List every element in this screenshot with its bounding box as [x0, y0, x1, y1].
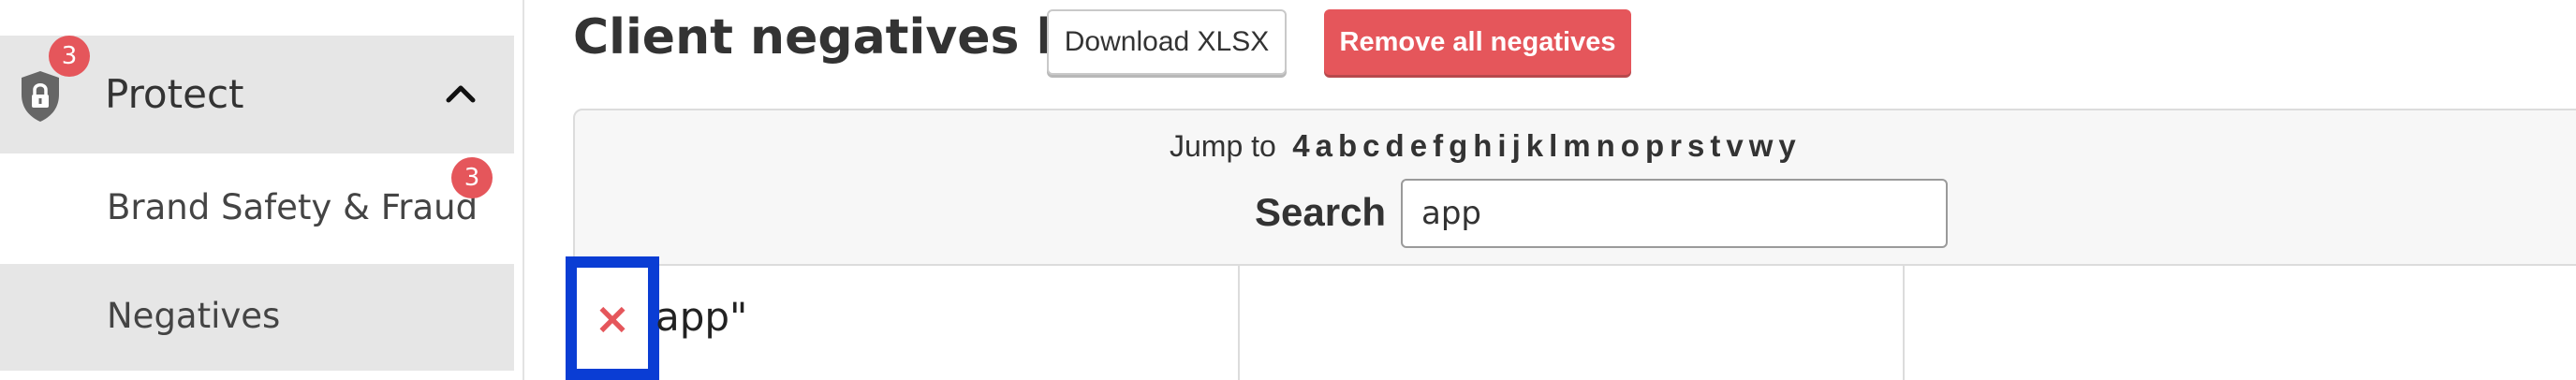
jump-letter-r[interactable]: r — [1670, 128, 1682, 163]
search-input[interactable] — [1401, 179, 1948, 248]
page-title: Client negatives list — [573, 9, 1123, 66]
sidebar: 3 Protect Brand Safety & Fraud 3 Negativ… — [0, 0, 524, 380]
jump-letter-d[interactable]: d — [1386, 128, 1405, 163]
protect-badge: 3 — [49, 36, 90, 77]
brand-safety-badge: 3 — [451, 157, 493, 198]
jump-letter-w[interactable]: w — [1749, 128, 1774, 163]
jump-letter-c[interactable]: c — [1362, 128, 1379, 163]
sidebar-item-label: Brand Safety & Fraud — [107, 187, 478, 227]
search-label: Search — [1255, 190, 1387, 234]
jump-letter-k[interactable]: k — [1526, 128, 1543, 163]
negative-keyword: app" — [655, 294, 748, 340]
jump-letter-e[interactable]: e — [1410, 128, 1427, 163]
jump-to-bar: Jump to 4abcdefghijklmnoprstvwy — [1170, 128, 1799, 164]
jump-letter-p[interactable]: p — [1645, 128, 1664, 163]
sidebar-item-label: Negatives — [107, 296, 281, 336]
jump-letter-h[interactable]: h — [1473, 128, 1492, 163]
jump-letter-f[interactable]: f — [1433, 128, 1443, 163]
sidebar-item-protect[interactable]: 3 Protect — [0, 36, 514, 153]
column-divider — [1903, 264, 1905, 380]
jump-letter-m[interactable]: m — [1563, 128, 1590, 163]
jump-letter-g[interactable]: g — [1449, 128, 1467, 163]
jump-letter-n[interactable]: n — [1597, 128, 1615, 163]
shield-lock-icon — [22, 71, 59, 122]
jump-letter-s[interactable]: s — [1687, 128, 1704, 163]
jump-letter-v[interactable]: v — [1726, 128, 1743, 163]
jump-letter-i[interactable]: i — [1497, 128, 1506, 163]
sidebar-item-negatives[interactable]: Negatives — [0, 264, 514, 371]
sidebar-item-brand-safety-fraud[interactable]: Brand Safety & Fraud 3 — [0, 153, 514, 264]
sidebar-item-label: Protect — [105, 71, 244, 117]
remove-negative-button[interactable]: × — [566, 256, 659, 380]
jump-letter-j[interactable]: j — [1512, 128, 1521, 163]
jump-letter-b[interactable]: b — [1338, 128, 1357, 163]
remove-all-negatives-button[interactable]: Remove all negatives — [1324, 9, 1631, 75]
jump-letter-o[interactable]: o — [1621, 128, 1640, 163]
jump-to-label: Jump to — [1170, 129, 1276, 163]
download-xlsx-button[interactable]: Download XLSX — [1047, 9, 1287, 75]
jump-letter-a[interactable]: a — [1316, 128, 1332, 163]
jump-letters: 4abcdefghijklmnoprstvwy — [1289, 128, 1798, 163]
jump-letter-y[interactable]: y — [1778, 128, 1795, 163]
chevron-up-icon[interactable] — [444, 79, 478, 107]
jump-letter-l[interactable]: l — [1549, 128, 1557, 163]
results-table — [573, 264, 2576, 380]
jump-letter-4[interactable]: 4 — [1292, 128, 1309, 163]
column-divider — [1238, 264, 1240, 380]
jump-letter-t[interactable]: t — [1710, 128, 1720, 163]
